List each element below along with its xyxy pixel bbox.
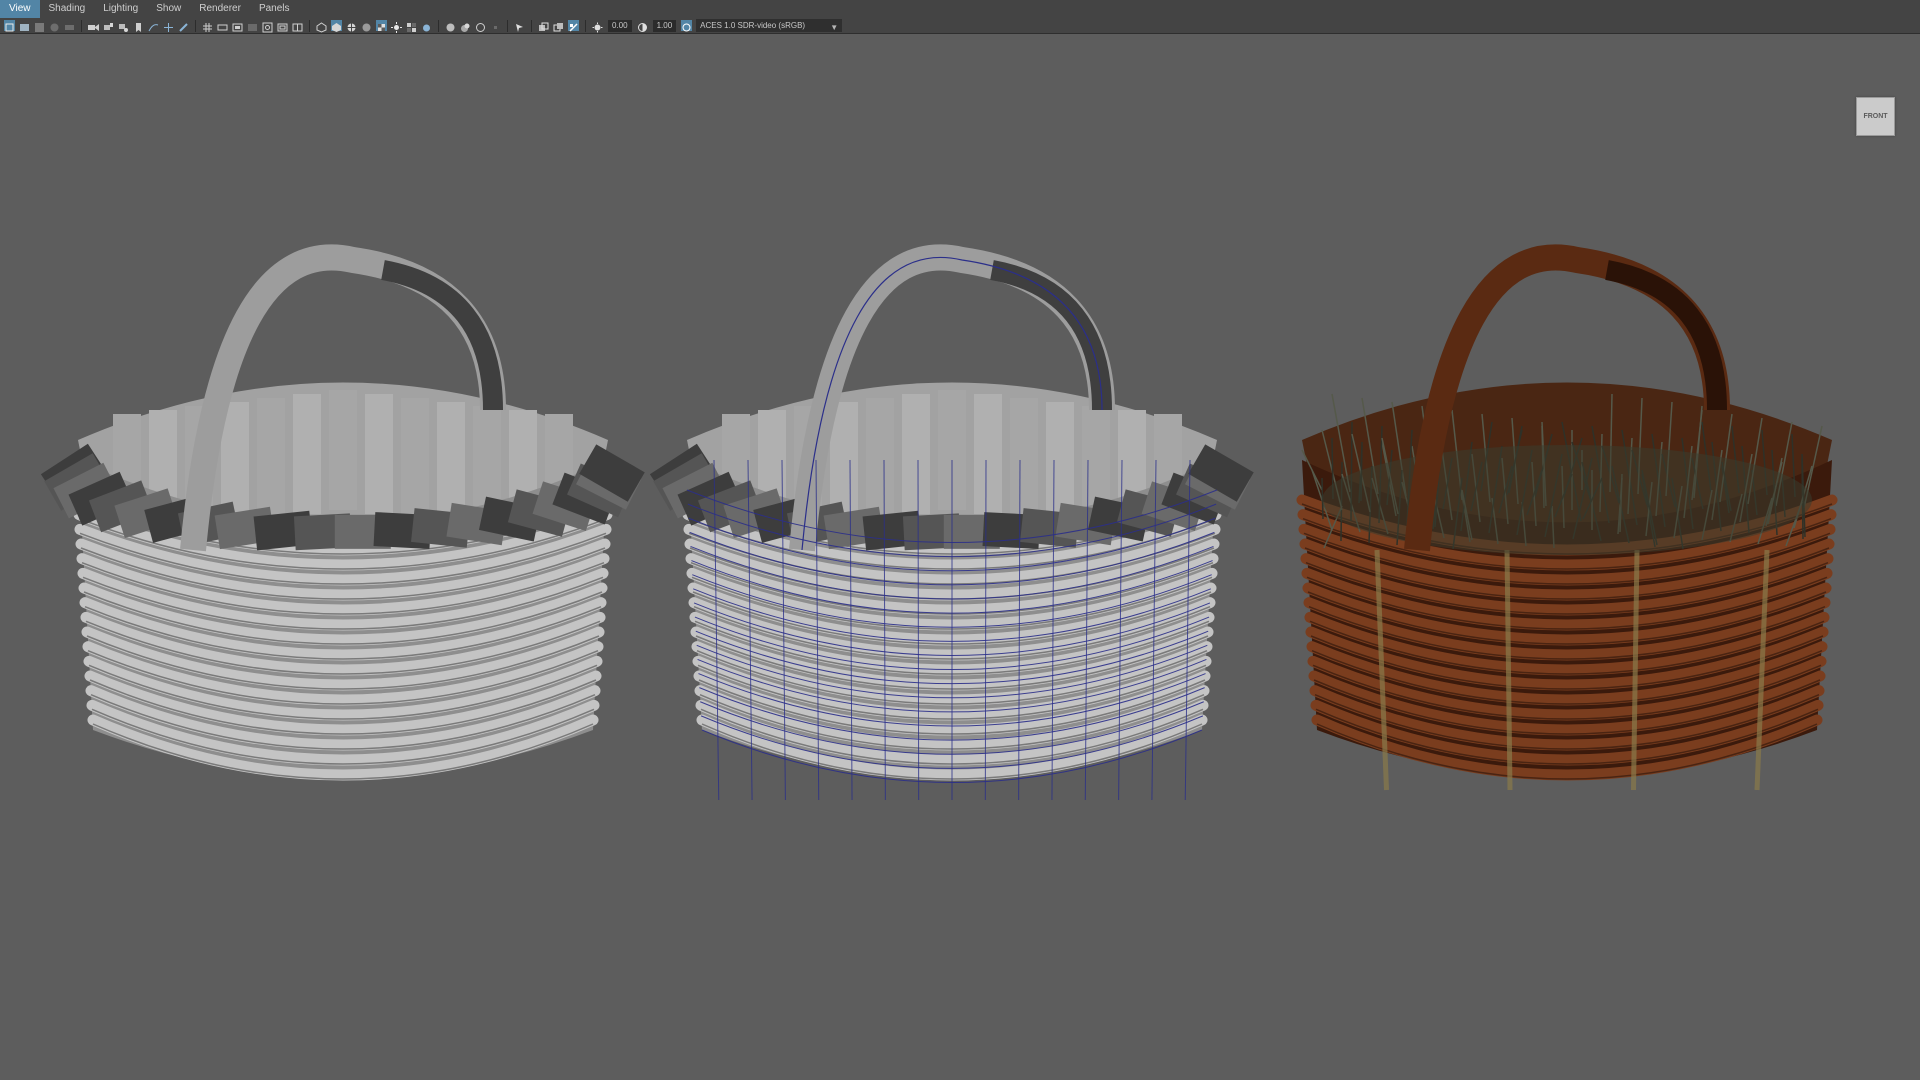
grass-fill — [1322, 445, 1812, 555]
wireframe-icon[interactable] — [316, 20, 327, 33]
wire-edge — [917, 459, 920, 801]
color-management-value: ACES 1.0 SDR-video (sRGB) — [700, 21, 806, 30]
bookmarks-icon[interactable] — [34, 20, 45, 32]
multisample-aa-icon[interactable] — [460, 20, 471, 32]
camera-attributes-icon[interactable] — [19, 20, 30, 31]
smooth-shade-icon[interactable] — [331, 20, 342, 32]
panel-menubar: View Shading Lighting Show Renderer Pane… — [0, 0, 1920, 18]
motion-trail-icon[interactable] — [148, 20, 159, 32]
basket-shaded[interactable] — [40, 244, 645, 781]
interior-panel — [365, 394, 393, 514]
grid-icon[interactable] — [202, 20, 213, 32]
basket-wireframe-on-shaded[interactable] — [649, 244, 1254, 801]
wire-edge — [984, 459, 987, 801]
screen-space-ao-icon[interactable] — [421, 20, 432, 32]
motion-blur-icon[interactable] — [445, 20, 456, 32]
gate-mask-icon[interactable] — [247, 20, 258, 31]
menu-view[interactable]: View — [0, 0, 40, 18]
camera-lock-icon[interactable] — [103, 20, 114, 31]
menu-renderer[interactable]: Renderer — [190, 0, 250, 18]
isolate-select-icon[interactable] — [514, 20, 525, 32]
menu-panels[interactable]: Panels — [250, 0, 299, 18]
interior-panel — [329, 390, 357, 510]
xray-joints-icon[interactable] — [553, 20, 564, 32]
interior-panel — [1046, 402, 1074, 522]
select-camera-icon[interactable] — [4, 20, 15, 32]
two-d-pan-zoom-icon[interactable] — [64, 20, 75, 31]
basket-stake — [1504, 549, 1513, 791]
interior-panel — [401, 398, 429, 518]
sep-dot-icon — [490, 20, 501, 31]
viewport-canvas — [40, 244, 1838, 801]
gamma-field[interactable]: 1.00 — [652, 19, 677, 32]
basket-textured[interactable] — [1296, 244, 1838, 791]
field-chart-icon[interactable] — [262, 20, 273, 33]
exposure-icon[interactable] — [592, 20, 603, 33]
camera-rig-icon[interactable] — [118, 20, 129, 32]
safe-title-icon[interactable] — [292, 20, 303, 32]
menu-show[interactable]: Show — [147, 0, 190, 18]
panel-toolbar: 0.00 1.00 ACES 1.0 SDR-video (sRGB) ▼ — [0, 18, 1920, 34]
interior-panel — [866, 398, 894, 518]
camera-icon[interactable] — [88, 20, 99, 31]
interior-panel — [974, 394, 1002, 514]
gamma-icon[interactable] — [637, 20, 648, 32]
interior-panel — [257, 398, 285, 518]
textured-icon[interactable] — [376, 20, 387, 31]
image-plane-icon[interactable] — [49, 20, 60, 32]
interior-panel — [293, 394, 321, 514]
depth-of-field-icon[interactable] — [475, 20, 486, 32]
menu-shading[interactable]: Shading — [40, 0, 95, 18]
shadows-icon[interactable] — [406, 20, 417, 32]
interior-panel — [437, 402, 465, 522]
interior-panel — [902, 394, 930, 514]
exposure-field[interactable]: 0.00 — [608, 19, 632, 32]
use-all-lights-icon[interactable] — [391, 20, 402, 33]
wireframe-on-shaded-icon[interactable] — [346, 20, 357, 32]
xray-icon[interactable] — [538, 20, 549, 31]
pan-icon[interactable] — [163, 20, 174, 32]
xray-active-icon[interactable] — [568, 20, 579, 32]
use-default-material-icon[interactable] — [361, 20, 372, 32]
interior-panel — [1010, 398, 1038, 518]
safe-action-icon[interactable] — [277, 20, 288, 32]
color-management-dropdown[interactable]: ACES 1.0 SDR-video (sRGB) ▼ — [696, 19, 843, 32]
basket-stake — [1631, 549, 1640, 791]
color-management-icon[interactable] — [681, 20, 693, 32]
bookmark-icon[interactable] — [133, 20, 144, 32]
grease-pencil-icon[interactable] — [178, 20, 189, 32]
viewport-3d[interactable]: FRONT — [0, 35, 1920, 1080]
chevron-down-icon: ▼ — [830, 23, 839, 32]
film-gate-icon[interactable] — [217, 20, 228, 31]
resolution-gate-icon[interactable] — [232, 20, 243, 32]
menu-lighting[interactable]: Lighting — [94, 0, 147, 18]
